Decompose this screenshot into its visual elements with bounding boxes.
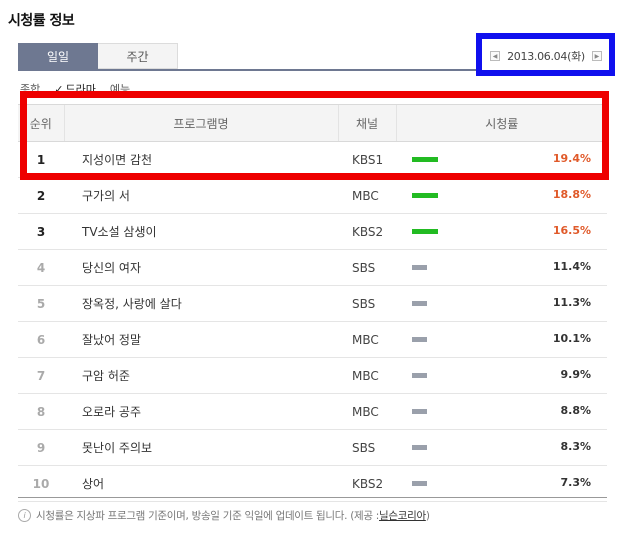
rank-cell: 9 — [18, 429, 64, 466]
program-link[interactable]: 장옥정, 사랑에 살다 — [64, 285, 338, 322]
header-rating: 시청률 — [395, 104, 607, 142]
table-row: 2 구가의 서 MBC 18.8% — [18, 177, 607, 214]
channel-cell: MBC — [338, 321, 396, 358]
rating-cell: 8.8% — [396, 393, 607, 430]
genre-total-label: 종합 — [20, 83, 41, 96]
info-icon: i — [18, 509, 31, 522]
rating-cell: 11.4% — [396, 249, 607, 286]
tab-weekly[interactable]: 주간 — [98, 43, 178, 69]
rating-table: 순위 프로그램명 채널 시청률 1 지성이면 감천 KBS1 19.4% 2 구… — [18, 104, 607, 502]
rating-value: 11.4% — [552, 260, 591, 273]
rating-value: 18.8% — [552, 188, 591, 201]
table-row: 9 못난이 주의보 SBS 8.3% — [18, 429, 607, 466]
rating-bar — [412, 409, 427, 414]
channel-cell: KBS1 — [338, 141, 396, 178]
check-icon: ✓ — [54, 83, 64, 96]
genre-variety-label: 예능 — [109, 83, 131, 96]
program-link[interactable]: TV소설 삼생이 — [64, 213, 338, 250]
genre-variety[interactable]: 예능 — [110, 81, 130, 97]
channel-cell: MBC — [338, 393, 396, 430]
table-row: 8 오로라 공주 MBC 8.8% — [18, 393, 607, 430]
rating-bar — [412, 481, 427, 486]
rank-cell: 1 — [18, 141, 64, 178]
header-rank: 순위 — [18, 104, 64, 142]
footnote-close: ) — [425, 509, 430, 522]
rating-value: 11.3% — [552, 296, 591, 309]
genre-drama-label: 드라마 — [65, 83, 96, 96]
rating-value: 7.3% — [560, 476, 591, 489]
table-row: 6 잘났어 정말 MBC 10.1% — [18, 321, 607, 358]
rating-cell: 11.3% — [396, 285, 607, 322]
table-header-row: 순위 프로그램명 채널 시청률 — [18, 104, 607, 142]
program-link[interactable]: 못난이 주의보 — [64, 429, 338, 466]
channel-cell: MBC — [338, 177, 396, 214]
rating-value: 9.9% — [560, 368, 591, 381]
rating-bar — [412, 337, 427, 342]
rating-value: 10.1% — [552, 332, 591, 345]
program-link[interactable]: 잘났어 정말 — [64, 321, 338, 358]
chevron-right-icon[interactable]: ▶ — [591, 51, 602, 61]
rating-bar — [412, 301, 427, 306]
channel-cell: SBS — [338, 249, 396, 286]
header-program: 프로그램명 — [63, 104, 338, 142]
rating-cell: 9.9% — [396, 357, 607, 394]
rank-cell: 3 — [18, 213, 64, 250]
rating-cell: 19.4% — [396, 141, 607, 178]
channel-cell: MBC — [338, 357, 396, 394]
channel-cell: SBS — [338, 429, 396, 466]
rating-cell: 10.1% — [396, 321, 607, 358]
rating-value: 8.3% — [560, 440, 591, 453]
genre-drama[interactable]: ✓ 드라마 — [54, 81, 96, 97]
rating-bar — [412, 157, 438, 162]
genre-total[interactable]: 종합 — [20, 81, 40, 97]
rating-cell: 8.3% — [396, 429, 607, 466]
rating-bar — [412, 265, 427, 270]
rating-value: 19.4% — [552, 152, 591, 165]
table-bottom-border — [18, 497, 607, 498]
rating-bar — [412, 193, 438, 198]
rating-value: 16.5% — [552, 224, 591, 237]
program-link[interactable]: 지성이면 감천 — [64, 141, 338, 178]
source-link[interactable]: 닐슨코리아 — [379, 508, 426, 523]
rating-cell: 16.5% — [396, 213, 607, 250]
rank-cell: 2 — [18, 177, 64, 214]
rating-cell: 18.8% — [396, 177, 607, 214]
footnote: i 시청률은 지상파 프로그램 기준이며, 방송일 기준 익일에 업데이트 됩니… — [18, 508, 430, 523]
rank-cell: 5 — [18, 285, 64, 322]
table-row: 3 TV소설 삼생이 KBS2 16.5% — [18, 213, 607, 250]
rank-cell: 4 — [18, 249, 64, 286]
channel-cell: SBS — [338, 285, 396, 322]
genre-filter: 종합 ✓ 드라마 예능 — [20, 81, 130, 97]
table-row: 4 당신의 여자 SBS 11.4% — [18, 249, 607, 286]
date-text: 2013.06.04(화) — [507, 50, 585, 63]
date-navigator: ◀ 2013.06.04(화) ▶ — [490, 49, 602, 63]
program-link[interactable]: 오로라 공주 — [64, 393, 338, 430]
footnote-text: 시청률은 지상파 프로그램 기준이며, 방송일 기준 익일에 업데이트 됩니다.… — [36, 510, 380, 522]
tab-daily[interactable]: 일일 — [18, 43, 98, 69]
program-link[interactable]: 구암 허준 — [64, 357, 338, 394]
date-highlight-box: ◀ 2013.06.04(화) ▶ — [476, 33, 615, 76]
program-link[interactable]: 당신의 여자 — [64, 249, 338, 286]
rank-cell: 7 — [18, 357, 64, 394]
period-tabs: 일일 주간 — [18, 43, 178, 70]
rating-bar — [412, 445, 427, 450]
rating-value: 8.8% — [560, 404, 591, 417]
channel-cell: KBS2 — [338, 213, 396, 250]
page-title: 시청률 정보 — [8, 13, 75, 29]
table-row: 1 지성이면 감천 KBS1 19.4% — [18, 141, 607, 178]
program-link[interactable]: 구가의 서 — [64, 177, 338, 214]
rank-cell: 8 — [18, 393, 64, 430]
table-row: 5 장옥정, 사랑에 살다 SBS 11.3% — [18, 285, 607, 322]
rating-bar — [412, 229, 438, 234]
header-channel: 채널 — [337, 104, 396, 142]
rank-cell: 6 — [18, 321, 64, 358]
rating-bar — [412, 373, 427, 378]
table-row: 7 구암 허준 MBC 9.9% — [18, 357, 607, 394]
chevron-left-icon[interactable]: ◀ — [490, 51, 500, 61]
